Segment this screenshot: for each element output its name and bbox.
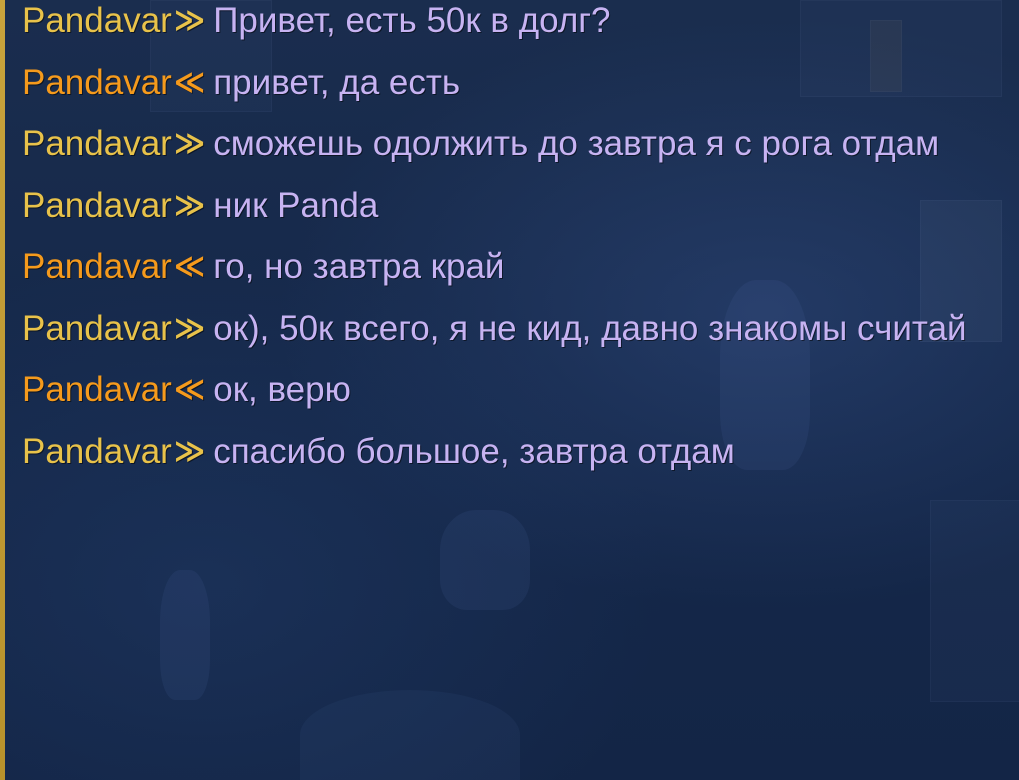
chat-message: Pandavar≪ го, но завтра край [22,236,1007,298]
sender-name[interactable]: Pandavar [22,63,172,102]
sender-name[interactable]: Pandavar [22,370,172,409]
chat-message: Pandavar≫ ник Panda [22,175,1007,237]
chat-message: Pandavar≫ сможешь одолжить до завтра я с … [22,113,1007,175]
message-text: Привет, есть 50к в долг? [213,1,611,40]
sender-name[interactable]: Pandavar [22,124,172,163]
outgoing-arrow-icon: ≫ [173,310,206,346]
sender-name[interactable]: Pandavar [22,309,172,348]
outgoing-arrow-icon: ≫ [173,433,206,469]
incoming-arrow-icon: ≪ [173,372,206,407]
sender-name[interactable]: Pandavar [22,1,172,40]
chat-panel-border [0,0,5,780]
chat-log[interactable]: Pandavar≫ Привет, есть 50к в долг? Pandav… [22,0,1007,482]
chat-message: Pandavar≪ привет, да есть [22,52,1007,114]
message-text: спасибо большое, завтра отдам [213,431,735,471]
background-character [300,690,520,780]
incoming-arrow-icon: ≪ [173,249,206,284]
message-text: го, но завтра край [213,247,505,286]
background-character [440,510,530,610]
chat-message: Pandavar≫ спасибо большое, завтра отдам [22,421,1007,483]
background-character [160,570,210,700]
message-text: ник Panda [213,185,379,225]
message-text: ок, верю [213,370,351,409]
chat-message: Pandavar≪ ок, верю [22,359,1007,421]
background-building [930,500,1019,702]
sender-name[interactable]: Pandavar [22,432,172,471]
message-text: привет, да есть [213,62,461,102]
message-text: сможешь одолжить до завтра я с рога отда… [213,124,940,163]
outgoing-arrow-icon: ≫ [173,187,206,223]
sender-name[interactable]: Pandavar [22,247,172,286]
message-text: ок), 50к всего, я не кид, давно знакомы … [213,308,967,348]
game-screen: Pandavar≫ Привет, есть 50к в долг? Pandav… [0,0,1019,780]
chat-message: Pandavar≫ Привет, есть 50к в долг? [22,0,1007,52]
chat-message: Pandavar≫ ок), 50к всего, я не кид, давно… [22,298,1007,360]
sender-name[interactable]: Pandavar [22,186,172,225]
outgoing-arrow-icon: ≫ [173,3,206,38]
outgoing-arrow-icon: ≫ [173,126,206,161]
incoming-arrow-icon: ≪ [173,64,206,100]
